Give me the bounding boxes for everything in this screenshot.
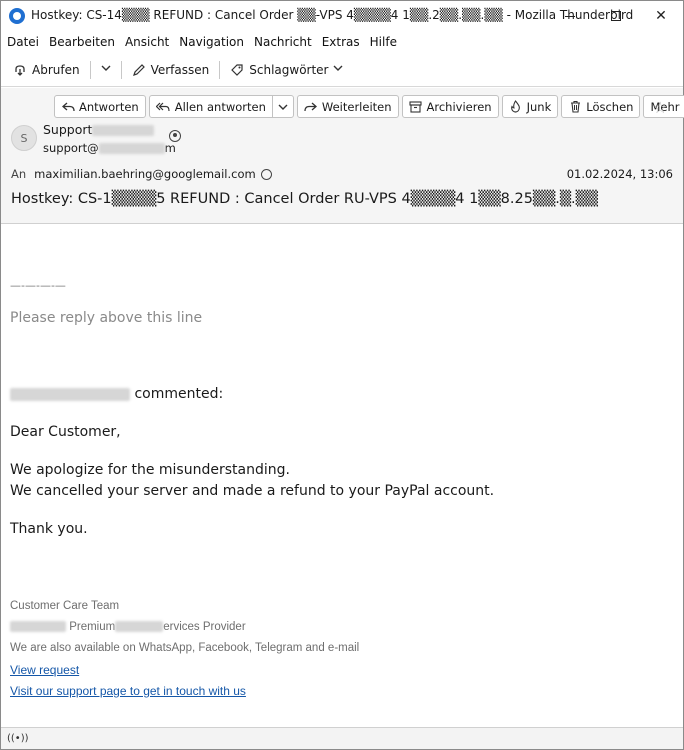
tags-chevron-down-icon bbox=[333, 63, 343, 76]
toolbar-separator bbox=[219, 60, 221, 79]
commenter-line: commented: bbox=[10, 386, 223, 402]
status-bar: ((•)) bbox=[1, 727, 683, 749]
avatar: S bbox=[11, 125, 37, 151]
recipient-address[interactable]: maximilian.baehring@googlemail.com bbox=[34, 167, 256, 181]
toolbar-separator bbox=[89, 60, 91, 79]
compose-button[interactable]: Verfassen bbox=[128, 58, 214, 82]
menu-extras[interactable]: Extras bbox=[322, 35, 360, 49]
minimize-icon bbox=[565, 15, 575, 17]
toolbar-separator bbox=[120, 60, 122, 79]
sender-name-text: Support bbox=[43, 122, 93, 137]
signature-provider-end: ervices Provider bbox=[163, 621, 246, 633]
reply-all-icon bbox=[155, 100, 170, 114]
forward-button[interactable]: Weiterleiten bbox=[296, 95, 399, 118]
reply-all-button[interactable]: Allen antworten bbox=[150, 96, 273, 117]
maximize-icon bbox=[611, 11, 621, 21]
signature-channels: We are also available on WhatsApp, Faceb… bbox=[10, 642, 360, 654]
reply-all-label: Allen antworten bbox=[174, 99, 266, 114]
message-subject: Hostkey: CS-1▒▒▒▒5 REFUND : Cancel Order… bbox=[11, 191, 598, 207]
message-action-bar: Antworten Allen antworten Weiterleiten A… bbox=[54, 95, 684, 118]
thanks-text: Thank you. bbox=[10, 521, 88, 537]
archive-label: Archivieren bbox=[426, 99, 492, 114]
sender-email[interactable]: support@ m bbox=[43, 141, 176, 155]
menu-datei[interactable]: Datei bbox=[7, 35, 39, 49]
menu-bar: Datei Bearbeiten Ansicht Navigation Nach… bbox=[1, 31, 683, 53]
redacted-block bbox=[98, 143, 165, 154]
message-body: —-—-—-— Please reply above this line com… bbox=[1, 224, 683, 727]
sender-email-prefix: support@ bbox=[43, 141, 99, 155]
delete-label: Löschen bbox=[586, 99, 634, 114]
support-page-link[interactable]: Visit our support page to get in touch w… bbox=[10, 684, 246, 698]
reply-all-dropdown-chevron-icon[interactable] bbox=[273, 96, 293, 117]
commenter-suffix: commented: bbox=[134, 386, 224, 402]
download-icon bbox=[13, 63, 27, 77]
reply-divider: —-—-—-— bbox=[10, 279, 66, 292]
message-header: Antworten Allen antworten Weiterleiten A… bbox=[1, 88, 684, 224]
window-title: Hostkey: CS-14▒▒▒ REFUND : Cancel Order … bbox=[31, 8, 634, 22]
trash-icon bbox=[568, 100, 582, 114]
reply-hint-text: Please reply above this line bbox=[10, 310, 203, 326]
recipient-row: An maximilian.baehring@googlemail.com bbox=[11, 167, 272, 181]
redacted-block bbox=[10, 621, 66, 633]
menu-bearbeiten[interactable]: Bearbeiten bbox=[49, 35, 115, 49]
junk-button[interactable]: Junk bbox=[501, 95, 559, 118]
sender-name[interactable]: Support bbox=[43, 122, 155, 137]
reply-button[interactable]: Antworten bbox=[54, 95, 146, 118]
junk-label: Junk bbox=[526, 99, 552, 114]
fetch-button[interactable]: Abrufen bbox=[9, 58, 84, 82]
to-label: An bbox=[11, 167, 27, 181]
archive-icon bbox=[409, 100, 423, 114]
online-status-icon[interactable]: ((•)) bbox=[7, 733, 29, 744]
junk-flame-icon bbox=[509, 100, 523, 114]
reply-label: Antworten bbox=[79, 99, 139, 114]
tags-button[interactable]: Schlagwörter bbox=[226, 58, 350, 82]
forward-label: Weiterleiten bbox=[321, 99, 392, 114]
sender-email-suffix: m bbox=[164, 141, 176, 155]
redacted-block bbox=[115, 621, 164, 633]
minimize-button[interactable] bbox=[547, 1, 593, 31]
fetch-dropdown-chevron-icon[interactable] bbox=[101, 63, 111, 76]
redacted-block bbox=[92, 125, 155, 136]
tags-label: Schlagwörter bbox=[249, 62, 329, 77]
recipient-contact-icon[interactable] bbox=[260, 168, 272, 180]
fetch-label: Abrufen bbox=[32, 62, 80, 77]
thunderbird-window: Hostkey: CS-14▒▒▒ REFUND : Cancel Order … bbox=[0, 0, 684, 750]
star-icon[interactable]: ☆ bbox=[653, 98, 667, 117]
reply-all-split-button: Allen antworten bbox=[148, 95, 294, 118]
close-button[interactable]: ✕ bbox=[638, 1, 684, 31]
greeting-text: Dear Customer, bbox=[10, 424, 121, 440]
main-toolbar: Abrufen Verfassen Schlagwörter bbox=[1, 53, 683, 87]
archive-button[interactable]: Archivieren bbox=[401, 95, 499, 118]
thunderbird-logo-icon bbox=[9, 8, 25, 24]
tag-icon bbox=[230, 63, 244, 77]
compose-label: Verfassen bbox=[150, 62, 210, 77]
reply-icon bbox=[61, 100, 75, 114]
menu-ansicht[interactable]: Ansicht bbox=[125, 35, 169, 49]
view-request-link[interactable]: View request bbox=[10, 663, 79, 677]
menu-nachricht[interactable]: Nachricht bbox=[254, 35, 312, 49]
forward-icon bbox=[304, 100, 318, 114]
close-icon: ✕ bbox=[655, 8, 667, 24]
pencil-icon bbox=[132, 63, 146, 77]
menu-hilfe[interactable]: Hilfe bbox=[370, 35, 397, 49]
title-bar: Hostkey: CS-14▒▒▒ REFUND : Cancel Order … bbox=[1, 1, 683, 31]
maximize-button[interactable] bbox=[593, 1, 639, 31]
delete-button[interactable]: Löschen bbox=[561, 95, 641, 118]
signature-provider: Premium ervices Provider bbox=[10, 621, 246, 633]
body-line-2: We cancelled your server and made a refu… bbox=[10, 483, 495, 499]
signature-provider-mid: Premium bbox=[69, 621, 116, 633]
menu-navigation[interactable]: Navigation bbox=[179, 35, 244, 49]
message-date: 01.02.2024, 13:06 bbox=[566, 167, 673, 181]
body-line-1: We apologize for the misunderstanding. bbox=[10, 462, 290, 478]
signature-team: Customer Care Team bbox=[10, 600, 120, 612]
redacted-block bbox=[10, 387, 130, 401]
